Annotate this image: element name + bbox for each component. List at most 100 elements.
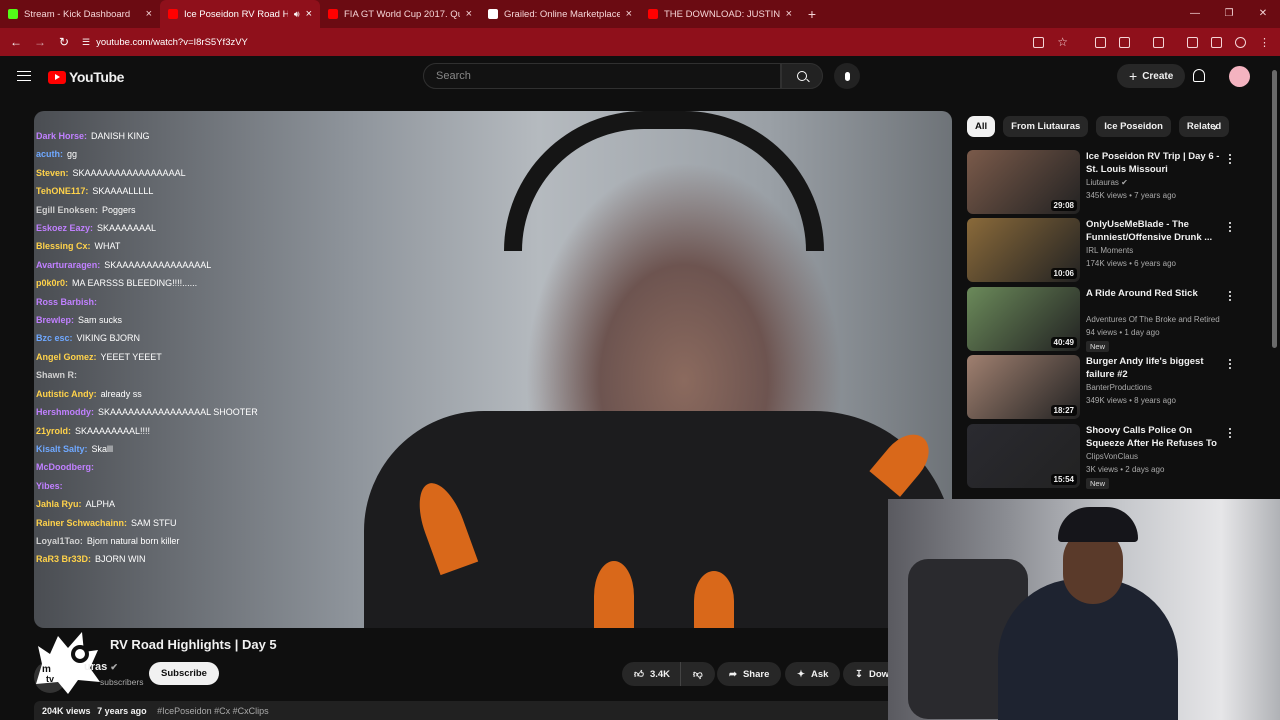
browser-tab[interactable]: FIA GT World Cup 2017. Qualif × xyxy=(320,0,480,28)
channel-name[interactable]: uras ✔ xyxy=(84,661,118,673)
sidepanel-icon[interactable] xyxy=(1153,36,1164,48)
chevron-right-icon[interactable]: › xyxy=(1213,120,1217,134)
video-thumbnail[interactable]: 29:08 xyxy=(967,150,1080,214)
chat-username: Ross Barbish: xyxy=(36,296,98,307)
recommendation-channel[interactable]: Adventures Of The Broke and Retired xyxy=(1086,315,1220,324)
recommendation-title[interactable]: Ice Poseidon RV Trip | Day 6 - St. Louis… xyxy=(1086,150,1221,176)
recommendation-item[interactable]: 18:27 Burger Andy life's biggest failure … xyxy=(967,355,1262,419)
close-tab-icon[interactable]: × xyxy=(786,8,792,20)
notifications-icon[interactable] xyxy=(1193,69,1205,82)
more-options-icon[interactable] xyxy=(1229,359,1231,361)
recommendation-title[interactable]: OnlyUseMeBlade - The Funniest/Offensive … xyxy=(1086,218,1221,244)
filter-chip[interactable]: Related xyxy=(1178,116,1230,137)
chat-username: Autistic Andy: xyxy=(36,388,97,399)
recommendation-channel[interactable]: ClipsVonClaus xyxy=(1086,452,1138,461)
speaker-icon[interactable]: 🔊︎ xyxy=(294,9,300,20)
menu-dots-icon[interactable]: ⋮ xyxy=(1259,36,1270,49)
browser-tab[interactable]: THE DOWNLOAD: JUSTIN LABO × xyxy=(640,0,800,28)
chat-username: Blessing Cx: xyxy=(36,241,91,252)
search-input[interactable] xyxy=(436,70,780,82)
site-info-icon[interactable]: ☰ xyxy=(82,37,90,48)
verified-icon: ✔ xyxy=(110,662,118,672)
youtube-logo[interactable]: YouTube xyxy=(48,69,124,85)
youtube-icon xyxy=(648,9,658,19)
video-thumbnail[interactable]: 40:49 xyxy=(967,287,1080,351)
recommendation-item[interactable]: 29:08 Ice Poseidon RV Trip | Day 6 - St. … xyxy=(967,150,1262,214)
like-button[interactable]: 👍︎ 3.4K xyxy=(622,662,682,686)
maximize-icon[interactable]: ❐ xyxy=(1212,0,1246,28)
new-tab-icon[interactable]: + xyxy=(800,6,824,22)
recommendation-meta: 349K views • 8 years ago xyxy=(1086,396,1176,405)
video-thumbnail[interactable]: 15:54 xyxy=(967,424,1080,488)
tab-title: Ice Poseidon RV Road Highli xyxy=(184,8,288,20)
ask-button[interactable]: ✦ Ask xyxy=(785,662,841,686)
recommendation-item[interactable]: 40:49 A Ride Around Red Stick Adventures O… xyxy=(967,287,1262,352)
more-options-icon[interactable] xyxy=(1229,428,1231,430)
filter-chip[interactable]: All xyxy=(967,116,996,137)
video-player[interactable]: Dark Horse: DANISH KING acuth: gg Steven: SKA… xyxy=(34,111,952,628)
recommendation-channel[interactable]: Liutauras ✔ xyxy=(1086,178,1128,187)
recommendation-title[interactable]: Shoovy Calls Police On Squeeze After He … xyxy=(1086,424,1221,450)
url-text: youtube.com/watch?v=I8rS5Yf3zVY xyxy=(96,36,248,48)
video-frame-shirt xyxy=(364,411,952,628)
search-button[interactable] xyxy=(781,63,823,89)
minimize-icon[interactable]: — xyxy=(1178,0,1212,28)
chat-username: Eskoez Eazy: xyxy=(36,223,94,234)
chat-message: Shawn R: xyxy=(34,366,274,384)
browser-tab[interactable]: Ice Poseidon RV Road Highli 🔊︎ × xyxy=(160,0,320,28)
recommendation-item[interactable]: 10:06 OnlyUseMeBlade - The Funniest/Offen… xyxy=(967,218,1262,282)
video-thumbnail[interactable]: 18:27 xyxy=(967,355,1080,419)
hashtags[interactable]: #IcePoseidon #Cx #CxClips xyxy=(157,706,269,716)
close-tab-icon[interactable]: × xyxy=(306,8,312,20)
create-button[interactable]: + Create xyxy=(1117,64,1186,88)
queue-icon[interactable] xyxy=(1211,36,1222,48)
chat-username: 21yrold: xyxy=(36,425,72,436)
close-tab-icon[interactable]: × xyxy=(146,8,152,20)
scrollbar[interactable] xyxy=(1272,70,1277,348)
url-field[interactable]: ☰ youtube.com/watch?v=I8rS5Yf3zVY xyxy=(82,37,248,48)
voice-search-button[interactable] xyxy=(834,63,860,89)
bookmark-star-icon[interactable]: ☆ xyxy=(1057,35,1068,49)
profile-icon[interactable] xyxy=(1235,36,1246,48)
close-window-icon[interactable]: ✕ xyxy=(1246,0,1280,28)
filter-chip[interactable]: From Liutauras xyxy=(1003,116,1089,137)
close-tab-icon[interactable]: × xyxy=(626,8,632,20)
dislike-button[interactable]: 👎︎ xyxy=(681,668,715,680)
more-options-icon[interactable] xyxy=(1229,291,1231,293)
subscribe-button[interactable]: Subscribe xyxy=(149,662,219,685)
logo-text: YouTube xyxy=(69,69,125,85)
chat-text: SKAAAAAAAL xyxy=(97,223,157,234)
recommendation-title[interactable]: A Ride Around Red Stick xyxy=(1086,287,1221,300)
video-thumbnail[interactable]: 10:06 xyxy=(967,218,1080,282)
recommendation-channel[interactable]: BanterProductions xyxy=(1086,383,1152,392)
menu-icon[interactable] xyxy=(17,71,31,81)
filter-chip[interactable]: Ice Poseidon xyxy=(1096,116,1171,137)
extension-icon[interactable] xyxy=(1095,36,1106,48)
back-icon[interactable]: ← xyxy=(4,35,28,49)
recommendation-item[interactable]: 15:54 Shoovy Calls Police On Squeeze Afte… xyxy=(967,424,1262,489)
chat-message: McDoodberg: xyxy=(34,458,274,476)
browser-tab[interactable]: Grailed: Online Marketplace to × xyxy=(480,0,640,28)
media-icon[interactable] xyxy=(1187,36,1198,48)
recommendation-title[interactable]: Burger Andy life's biggest failure #2 xyxy=(1086,355,1221,381)
forward-icon[interactable]: → xyxy=(28,35,52,49)
close-tab-icon[interactable]: × xyxy=(466,8,472,20)
description-box[interactable]: 204K views 7 years ago #IcePoseidon #Cx … xyxy=(34,701,894,720)
puzzle-icon[interactable] xyxy=(1119,36,1130,48)
browser-tab[interactable]: Stream - Kick Dashboard × xyxy=(0,0,160,28)
cast-icon[interactable] xyxy=(1033,36,1045,48)
chat-username: acuth: xyxy=(36,149,63,160)
video-duration: 15:54 xyxy=(1050,474,1077,485)
upload-age: 7 years ago xyxy=(97,706,147,716)
chat-username: Rainer Schwachainn: xyxy=(36,517,128,528)
share-button[interactable]: ➦ Share xyxy=(717,662,782,686)
reload-icon[interactable]: ↻ xyxy=(52,35,76,49)
more-options-icon[interactable] xyxy=(1229,222,1231,224)
chat-username: RaR3 Br33D: xyxy=(36,554,92,565)
recommendation-channel[interactable]: IRL Moments xyxy=(1086,246,1133,255)
browser-toolbar: ☆ ⋮ xyxy=(1033,28,1270,56)
account-avatar[interactable] xyxy=(1229,66,1250,87)
chat-message: TehONE117: SKAAAALLLLL xyxy=(34,182,274,200)
more-options-icon[interactable] xyxy=(1229,154,1231,156)
verified-icon: ✔ xyxy=(1121,178,1128,187)
